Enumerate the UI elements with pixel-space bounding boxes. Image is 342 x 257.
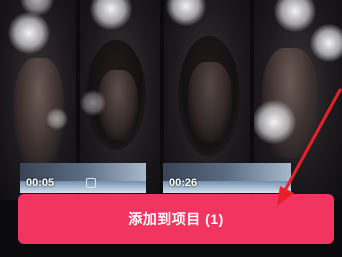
annotation-arrow-icon [277, 88, 342, 206]
